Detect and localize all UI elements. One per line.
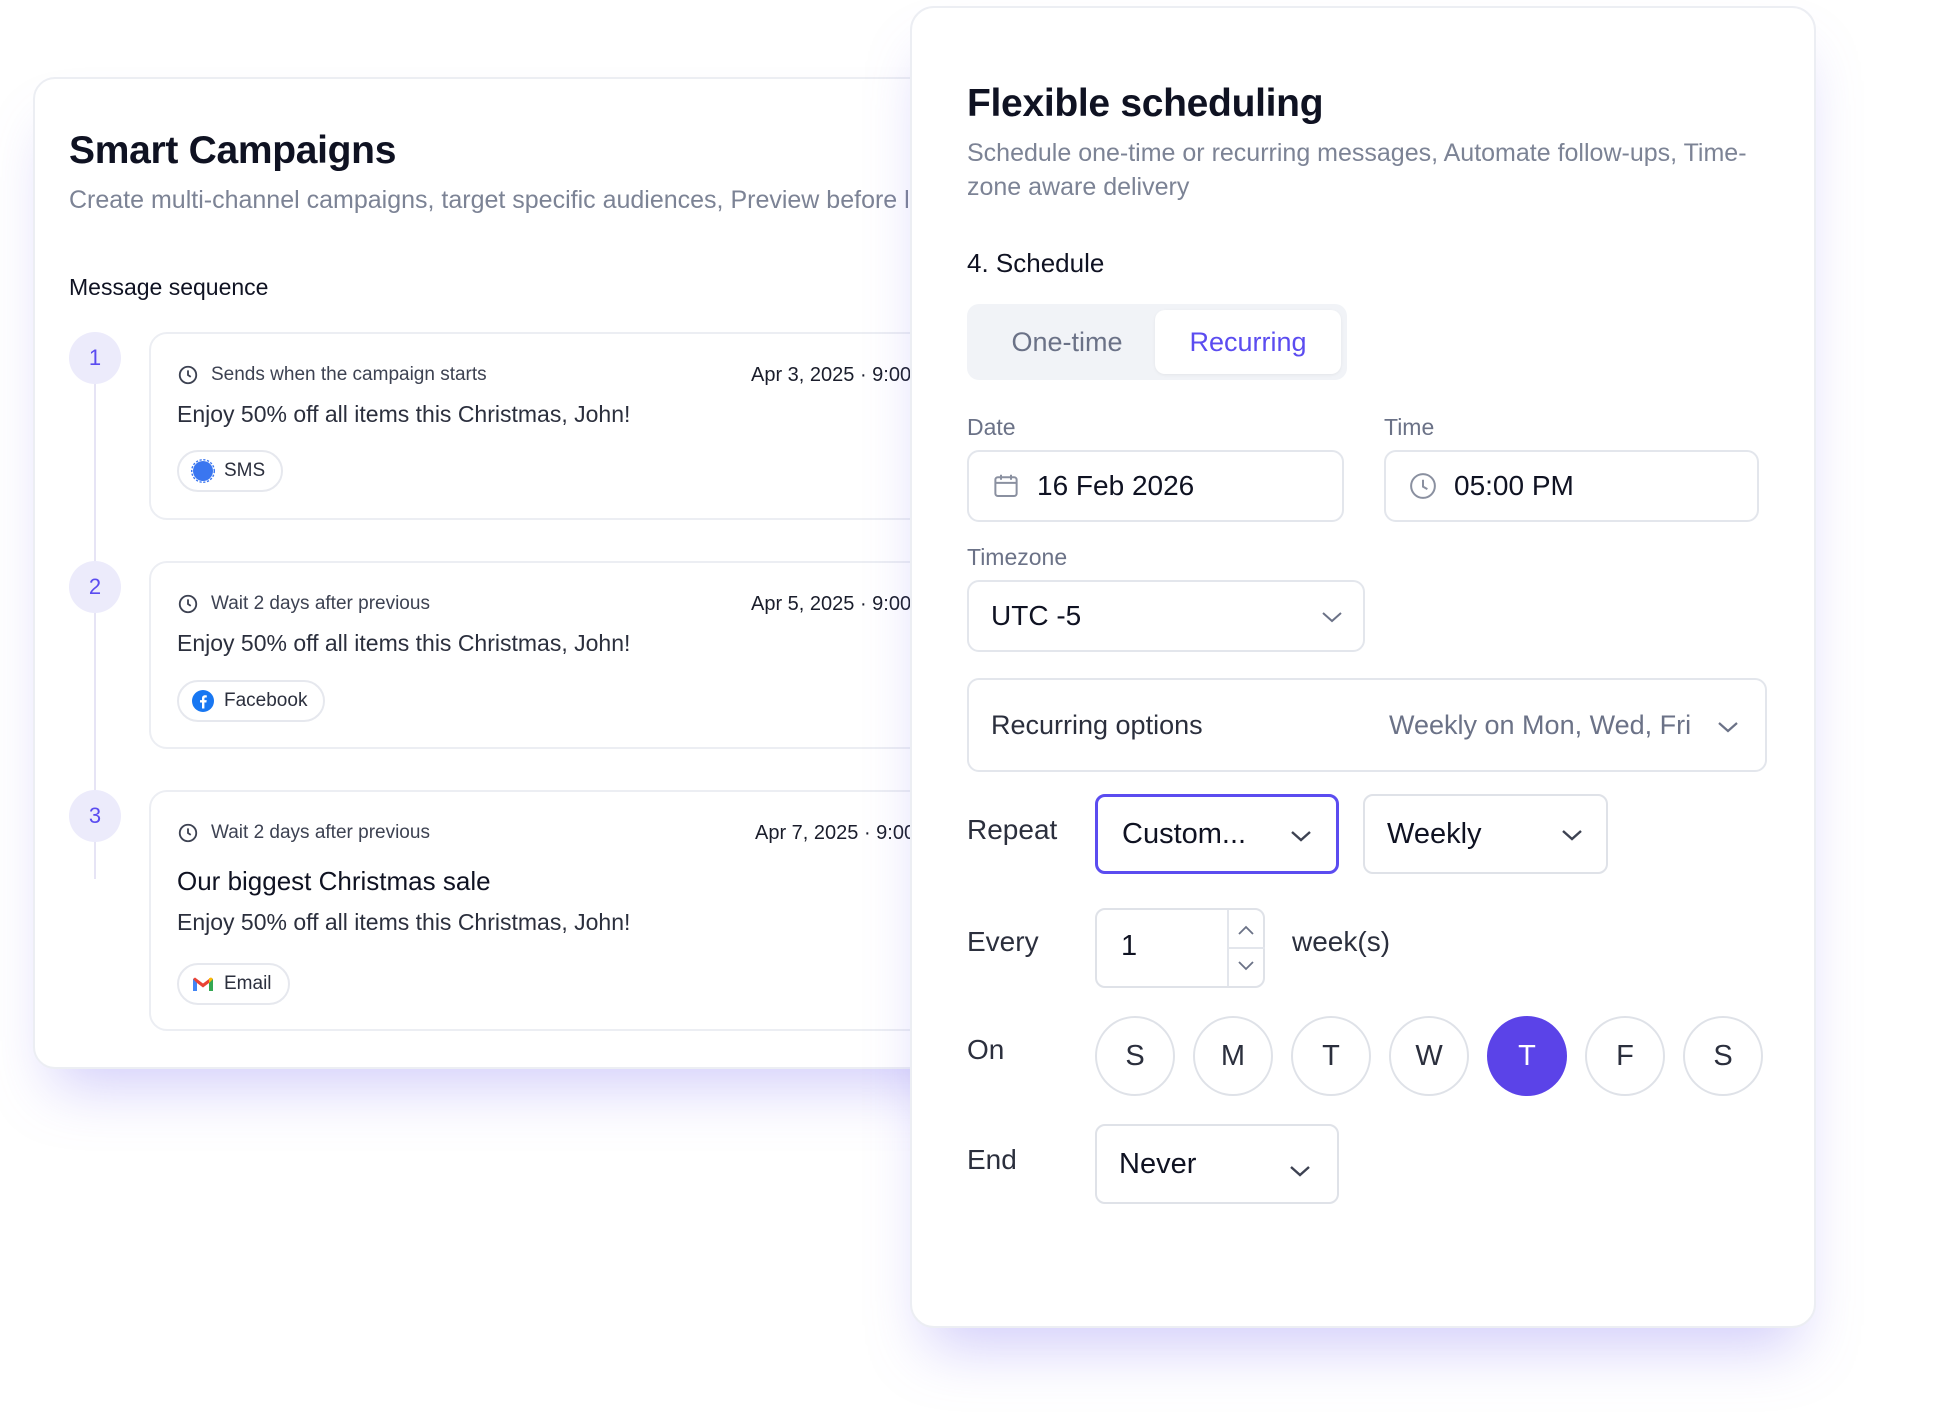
scheduling-subtitle: Schedule one-time or recurring messages,… [967,139,1747,201]
chevron-down-icon [1562,830,1582,841]
tab-one-time[interactable]: One-time [973,310,1161,374]
message-timing: Wait 2 days after previous [211,593,430,614]
repeat-label: Repeat [967,814,1058,845]
time-input[interactable]: 05:00 PM [1384,450,1759,522]
schedule-section-title: 4. Schedule [967,248,1105,278]
day-toggle-saturday[interactable]: S [1683,1016,1763,1096]
on-label: On [967,1034,1005,1065]
channel-chip-facebook[interactable]: Facebook [177,680,326,722]
step-number: 1 [69,332,121,384]
schedule-type-toggle: One-time Recurring [967,304,1347,380]
campaigns-title: Smart Campaigns [69,129,397,172]
scheduling-title: Flexible scheduling [967,82,1324,125]
message-text: Enjoy 50% off all items this Christmas, … [177,630,631,656]
end-label: End [967,1144,1017,1175]
recurring-options-summary: Weekly on Mon, Wed, Fri [1389,710,1692,740]
message-meta: Wait 2 days after previous [177,593,430,615]
interval-stepper[interactable]: 1 [1095,908,1265,988]
message-card[interactable]: Wait 2 days after previous Apr 7, 2025 ·… [149,790,1031,1031]
end-select[interactable]: Never [1095,1124,1339,1204]
tab-recurring[interactable]: Recurring [1155,310,1341,374]
message-timing: Wait 2 days after previous [211,822,430,843]
day-toggle-friday[interactable]: F [1585,1016,1665,1096]
message-card[interactable]: Sends when the campaign starts Apr 3, 20… [149,332,1031,520]
repeat-frequency-value: Weekly [1387,817,1482,850]
interval-unit: week(s) [1292,926,1391,957]
message-text: Enjoy 50% off all items this Christmas, … [177,401,631,427]
message-sequence-label: Message sequence [69,274,269,300]
timezone-label: Timezone [967,544,1068,570]
clock-icon [178,594,198,614]
day-toggle-sunday[interactable]: S [1095,1016,1175,1096]
recurring-options-label: Recurring options [991,710,1203,740]
facebook-icon [191,689,215,713]
end-value: Never [1119,1147,1197,1180]
chevron-up-icon[interactable] [1237,924,1255,936]
flexible-scheduling-card: Flexible scheduling Schedule one-time or… [910,6,1816,1328]
step-number: 2 [69,561,121,613]
message-meta: Sends when the campaign starts [177,364,487,386]
every-label: Every [967,926,1039,957]
day-toggle-monday[interactable]: M [1193,1016,1273,1096]
repeat-mode-value: Custom... [1122,817,1247,850]
repeat-mode-select[interactable]: Custom... [1095,794,1339,874]
repeat-frequency-select[interactable]: Weekly [1363,794,1608,874]
clock-icon [178,823,198,843]
channel-label: SMS [224,460,266,481]
message-heading: Our biggest Christmas sale [177,866,491,896]
time-value: 05:00 PM [1454,470,1574,501]
clock-icon [178,365,198,385]
message-timing: Sends when the campaign starts [211,364,487,385]
date-value: 16 Feb 2026 [1037,470,1195,501]
channel-chip-sms[interactable]: SMS [177,450,284,492]
timezone-value: UTC -5 [991,600,1082,631]
calendar-icon [994,474,1018,497]
message-card[interactable]: Wait 2 days after previous Apr 5, 2025 ·… [149,561,1031,749]
campaigns-subtitle: Create multi-channel campaigns, target s… [69,186,978,214]
time-label: Time [1384,414,1435,440]
channel-chip-email[interactable]: Email [177,963,290,1005]
day-toggle-tuesday[interactable]: T [1291,1016,1371,1096]
chevron-down-icon [1718,722,1738,733]
date-label: Date [967,414,1016,440]
recurring-options-accordion[interactable]: Recurring options Weekly on Mon, Wed, Fr… [967,678,1767,772]
chevron-down-icon[interactable] [1237,960,1255,972]
interval-value: 1 [1121,930,1138,962]
message-meta: Wait 2 days after previous [177,822,430,844]
day-toggle-wednesday[interactable]: W [1389,1016,1469,1096]
signal-icon [191,459,215,483]
date-input[interactable]: 16 Feb 2026 [967,450,1344,522]
message-text: Enjoy 50% off all items this Christmas, … [177,909,631,935]
channel-label: Email [224,973,272,994]
stepper-divider [1227,947,1265,949]
step-number: 3 [69,790,121,842]
clock-icon [1410,473,1436,499]
chevron-down-icon [1290,1166,1310,1177]
chevron-down-icon [1291,831,1311,842]
smart-campaigns-card: Smart Campaigns Create multi-channel cam… [33,77,1033,1069]
chevron-down-icon [1322,612,1342,623]
timezone-select[interactable]: UTC -5 [967,580,1365,652]
gmail-icon [191,972,215,996]
channel-label: Facebook [224,690,308,711]
day-toggle-thursday[interactable]: T [1487,1016,1567,1096]
